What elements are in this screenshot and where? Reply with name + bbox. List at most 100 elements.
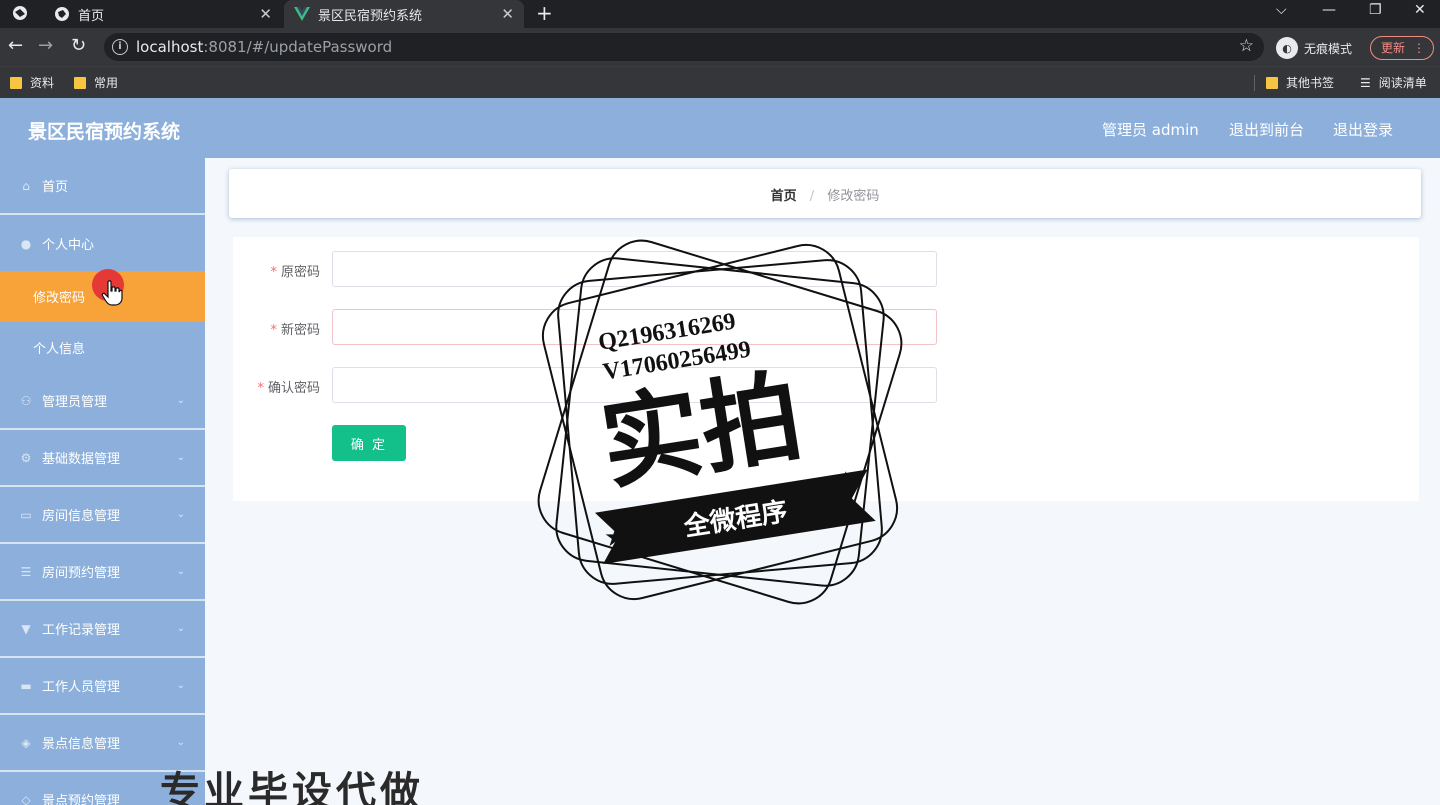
sidebar-item-label: 修改密码 bbox=[33, 291, 86, 306]
chevron-down-icon: ⌄ bbox=[176, 680, 185, 691]
new-password-label: * 新密码 bbox=[210, 319, 320, 338]
site-info-icon[interactable]: i bbox=[112, 39, 128, 55]
label-text: 确认密码 bbox=[267, 381, 320, 396]
update-label: 更新 bbox=[1381, 41, 1406, 55]
label-text: 原密码 bbox=[280, 265, 320, 280]
bookmark-label: 常用 bbox=[94, 76, 119, 90]
bottom-watermark-text: 专业毕设代做 bbox=[160, 769, 424, 805]
reading-list-label: 阅读清单 bbox=[1378, 76, 1427, 90]
vue-logo-icon bbox=[294, 6, 310, 22]
reading-list[interactable]: ☰ 阅读清单 bbox=[1360, 74, 1427, 91]
bookmark-folder-ziliao[interactable]: 资料 bbox=[10, 74, 54, 91]
breadcrumb-home-link[interactable]: 首页 bbox=[771, 189, 797, 204]
home-icon: ⌂ bbox=[22, 178, 30, 193]
address-bar[interactable]: i localhost:8081/#/updatePassword ☆ bbox=[104, 33, 1264, 61]
gear-icon: ⚙ bbox=[20, 450, 32, 465]
user-icon: ● bbox=[20, 236, 32, 251]
sidebar-item-label: 个人信息 bbox=[33, 342, 86, 357]
watermark-stamp: Q2196316269 V17060256499 实拍 全微程序 ★ ★ bbox=[537, 239, 903, 605]
forward-icon[interactable]: → bbox=[38, 36, 53, 56]
bookmark-star-icon[interactable]: ☆ bbox=[1239, 36, 1254, 56]
sidebar-item-label: 个人中心 bbox=[42, 238, 95, 253]
sidebar-item-label: 景点预约管理 bbox=[42, 794, 121, 805]
folder-icon bbox=[74, 76, 86, 89]
chevron-down-icon: ⌄ bbox=[176, 395, 185, 406]
other-bookmarks[interactable]: 其他书签 bbox=[1266, 74, 1334, 91]
sidebar-item-label: 景点信息管理 bbox=[42, 737, 121, 752]
reload-icon[interactable]: ↻ bbox=[71, 36, 86, 56]
chevron-down-icon: ⌄ bbox=[176, 452, 185, 463]
required-mark: * bbox=[257, 381, 264, 396]
star-icon: ★ bbox=[604, 523, 627, 553]
chevron-down-icon: ⌄ bbox=[176, 566, 185, 577]
bookmark-folder-changyong[interactable]: 常用 bbox=[74, 74, 118, 91]
sidebar: ⌂ 首页 ● 个人中心 修改密码 个人信息 ⚇ 管理员管理 ⌄ ⚙ 基础数据管理… bbox=[0, 158, 205, 805]
sidebar-subitem-personal-info[interactable]: 个人信息 bbox=[0, 322, 205, 373]
incognito-indicator[interactable]: ◐ 无痕模式 bbox=[1276, 37, 1352, 59]
tab-system[interactable]: 景区民宿预约系统 ✕ bbox=[284, 0, 524, 28]
ticket-icon: ◇ bbox=[21, 792, 31, 805]
monitor-icon: ▬ bbox=[20, 678, 32, 693]
admin-user-link[interactable]: 管理员 admin bbox=[1102, 119, 1199, 140]
list-icon: ☰ bbox=[20, 564, 32, 579]
sidebar-item-scenic-info[interactable]: ◈ 景点信息管理 ⌄ bbox=[0, 715, 205, 772]
tab-title: 景区民宿预约系统 bbox=[318, 8, 423, 24]
sidebar-item-basic-data[interactable]: ⚙ 基础数据管理 ⌄ bbox=[0, 430, 205, 487]
minimize-icon[interactable]: — bbox=[1322, 2, 1336, 18]
sidebar-item-room-booking[interactable]: ☰ 房间预约管理 ⌄ bbox=[0, 544, 205, 601]
sidebar-item-label: 工作人员管理 bbox=[42, 680, 121, 695]
breadcrumb-current: 修改密码 bbox=[827, 189, 880, 204]
folder-icon bbox=[10, 76, 22, 89]
folder-icon bbox=[1266, 76, 1278, 89]
incognito-label: 无痕模式 bbox=[1304, 41, 1353, 56]
tab-search-icon[interactable]: ⌵ bbox=[1276, 2, 1287, 18]
exit-to-front-link[interactable]: 退出到前台 bbox=[1229, 119, 1304, 140]
sidebar-item-label: 工作记录管理 bbox=[42, 623, 121, 638]
sidebar-item-label: 基础数据管理 bbox=[42, 452, 121, 467]
required-mark: * bbox=[270, 323, 277, 338]
required-mark: * bbox=[270, 265, 277, 280]
bookmark-label: 资料 bbox=[30, 76, 55, 90]
confirm-password-label: * 确认密码 bbox=[210, 377, 320, 396]
sidebar-item-label: 管理员管理 bbox=[42, 395, 108, 410]
globe-icon bbox=[54, 6, 70, 22]
sidebar-item-staff[interactable]: ▬ 工作人员管理 ⌄ bbox=[0, 658, 205, 715]
tab-home[interactable]: 首页 ✕ bbox=[44, 0, 282, 28]
sidebar-item-work-records[interactable]: ▼ 工作记录管理 ⌄ bbox=[0, 601, 205, 658]
incognito-icon: ◐ bbox=[1276, 37, 1298, 59]
sidebar-item-admin-management[interactable]: ⚇ 管理员管理 ⌄ bbox=[0, 373, 205, 430]
sidebar-item-home[interactable]: ⌂ 首页 bbox=[0, 158, 205, 215]
url-text[interactable]: localhost:8081/#/updatePassword bbox=[136, 38, 392, 56]
more-menu-icon: ⋮ bbox=[1413, 41, 1425, 55]
sidebar-item-label: 房间信息管理 bbox=[42, 509, 121, 524]
hand-cursor-icon bbox=[101, 280, 123, 306]
close-icon[interactable]: ✕ bbox=[501, 5, 514, 23]
confirm-button[interactable]: 确 定 bbox=[332, 425, 406, 461]
browser-toolbar: ← → ↻ i localhost:8081/#/updatePassword … bbox=[0, 28, 1440, 66]
star-icon: ★ bbox=[834, 467, 857, 497]
chevron-down-icon: ⌄ bbox=[176, 623, 185, 634]
pin-icon: ▼ bbox=[21, 621, 31, 636]
bookmark-divider bbox=[1254, 75, 1255, 91]
new-tab-icon[interactable]: + bbox=[536, 2, 553, 24]
app-header: 景区民宿预约系统 管理员 admin 退出到前台 退出登录 bbox=[0, 98, 1440, 158]
close-icon[interactable]: ✕ bbox=[259, 5, 272, 23]
other-bookmarks-label: 其他书签 bbox=[1286, 76, 1335, 90]
browser-tab-bar: 首页 ✕ 景区民宿预约系统 ✕ + ⌵ — ❐ ✕ bbox=[0, 0, 1440, 28]
back-icon[interactable]: ← bbox=[8, 36, 23, 56]
breadcrumb: 首页 / 修改密码 bbox=[229, 169, 1421, 218]
sidebar-item-label: 首页 bbox=[42, 180, 69, 195]
window-close-icon[interactable]: ✕ bbox=[1414, 2, 1426, 18]
sidebar-item-room-info[interactable]: ▭ 房间信息管理 ⌄ bbox=[0, 487, 205, 544]
shield-icon: ◈ bbox=[21, 735, 31, 750]
restore-icon[interactable]: ❐ bbox=[1369, 2, 1382, 18]
old-password-label: * 原密码 bbox=[210, 261, 320, 280]
app-title: 景区民宿预约系统 bbox=[28, 121, 181, 143]
label-text: 新密码 bbox=[280, 323, 320, 338]
reading-list-icon: ☰ bbox=[1360, 75, 1371, 90]
logout-link[interactable]: 退出登录 bbox=[1333, 119, 1393, 140]
browser-menu-icon[interactable] bbox=[12, 5, 28, 25]
breadcrumb-separator: / bbox=[809, 189, 815, 204]
sidebar-item-personal-center[interactable]: ● 个人中心 bbox=[0, 215, 205, 272]
update-button[interactable]: 更新 ⋮ bbox=[1370, 36, 1434, 60]
